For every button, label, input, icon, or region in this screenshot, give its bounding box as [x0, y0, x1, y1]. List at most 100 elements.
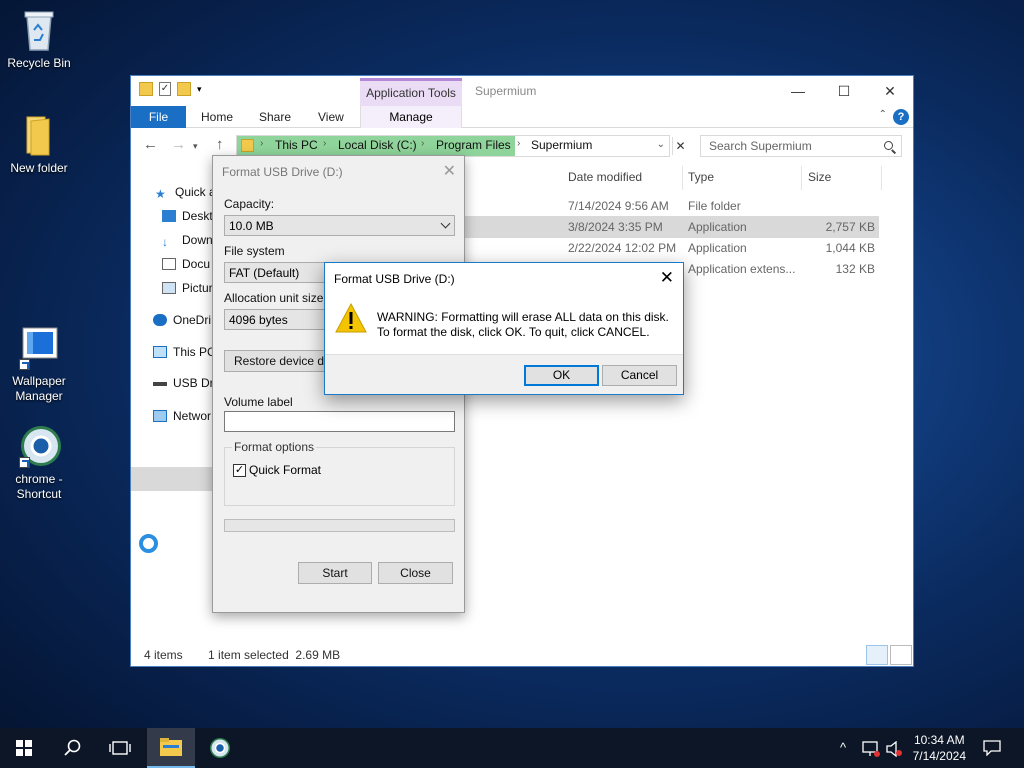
- forward-arrow-icon[interactable]: →: [171, 136, 186, 153]
- new-folder-icon[interactable]: [177, 82, 191, 96]
- clock[interactable]: 10:34 AM 7/14/2024: [913, 732, 966, 764]
- properties-icon[interactable]: ✓: [159, 82, 171, 96]
- nav-label: Quick a: [175, 185, 216, 199]
- column-divider: [881, 166, 882, 190]
- table-cell-size[interactable]: 1,044 KB: [826, 241, 875, 255]
- clear-address-icon[interactable]: ✕: [672, 137, 688, 155]
- nav-item-onedrive[interactable]: OneDri: [153, 313, 211, 327]
- ok-button[interactable]: OK: [524, 365, 599, 386]
- nav-label: Networ: [173, 409, 212, 423]
- nav-item-pictures[interactable]: Pictur: [162, 281, 213, 295]
- chevron-right-icon: ›: [323, 138, 327, 149]
- close-button[interactable]: ✕: [867, 76, 913, 106]
- cancel-button[interactable]: Cancel: [602, 365, 677, 386]
- start-button[interactable]: Start: [298, 562, 372, 584]
- desktop-icon-wallpaper-manager[interactable]: Wallpaper Manager: [1, 326, 77, 404]
- nav-item-downloads[interactable]: ↓ Down: [162, 233, 213, 249]
- nav-item-network[interactable]: Networ: [153, 409, 211, 423]
- desktop-icon-label: Recycle Bin: [7, 56, 71, 70]
- shortcut-arrow-icon: [19, 359, 30, 370]
- nav-item-documents[interactable]: Docu: [162, 257, 210, 271]
- cloud-icon: [153, 314, 167, 326]
- volume-muted-icon[interactable]: [886, 741, 904, 757]
- breadcrumb-supermium[interactable]: Supermium: [531, 138, 592, 152]
- tab-view[interactable]: View: [318, 106, 344, 128]
- usb-drive-icon: [153, 382, 167, 386]
- taskbar: ^ 10:34 AM 7/14/2024: [0, 728, 1024, 768]
- minimize-button[interactable]: —: [775, 76, 821, 106]
- table-cell-type[interactable]: Application: [688, 220, 747, 234]
- pictures-icon: [162, 282, 176, 294]
- taskbar-file-explorer[interactable]: [147, 728, 195, 768]
- status-selection: 1 item selected 2.69 MB: [208, 648, 341, 662]
- filesystem-label: File system: [224, 244, 285, 258]
- tab-manage[interactable]: Manage: [360, 106, 462, 128]
- column-header-date[interactable]: Date modified: [568, 170, 642, 184]
- status-bar: 4 items 1 item selected 2.69 MB: [144, 648, 340, 662]
- back-arrow-icon[interactable]: ←: [143, 136, 158, 153]
- chrome-icon: [210, 738, 230, 758]
- breadcrumb-local-disk[interactable]: Local Disk (C:): [338, 138, 417, 152]
- details-view-button[interactable]: [866, 645, 888, 665]
- qat-dropdown-icon[interactable]: ▾: [197, 84, 202, 95]
- close-icon[interactable]: ✕: [660, 268, 674, 288]
- show-hidden-icons-icon[interactable]: ^: [840, 728, 846, 768]
- filesystem-value: FAT (Default): [229, 266, 300, 280]
- close-icon[interactable]: ✕: [443, 161, 456, 181]
- table-cell-date[interactable]: 3/8/2024 3:35 PM: [568, 220, 663, 234]
- close-button[interactable]: Close: [378, 562, 453, 584]
- desktop-icon-new-folder[interactable]: New folder: [1, 113, 77, 176]
- nav-item-usb-drive[interactable]: USB Dri: [153, 376, 216, 390]
- table-cell-type[interactable]: File folder: [688, 199, 741, 213]
- taskbar-chrome[interactable]: [196, 728, 244, 768]
- large-icons-view-button[interactable]: [890, 645, 912, 665]
- table-cell-size[interactable]: 2,757 KB: [826, 220, 875, 234]
- start-button[interactable]: [0, 728, 48, 768]
- collapse-ribbon-icon[interactable]: ⌃: [879, 109, 887, 120]
- recycle-bin-icon: [19, 8, 59, 52]
- recent-locations-icon[interactable]: ▾: [193, 141, 198, 152]
- column-divider: [682, 166, 683, 190]
- loading-spinner-icon: [139, 534, 158, 553]
- search-icon: [884, 141, 893, 150]
- column-header-type[interactable]: Type: [688, 170, 714, 184]
- table-cell-type[interactable]: Application: [688, 241, 747, 255]
- download-icon: ↓: [162, 235, 168, 249]
- folder-icon: [241, 139, 254, 152]
- nav-item-desktop[interactable]: Deskt: [162, 209, 213, 223]
- address-bar[interactable]: › This PC › Local Disk (C:) › Program Fi…: [236, 135, 670, 157]
- table-cell-size[interactable]: 132 KB: [836, 262, 875, 276]
- quick-format-label[interactable]: Quick Format: [249, 463, 321, 477]
- computer-icon: [153, 346, 167, 358]
- desktop-icon-recycle-bin[interactable]: Recycle Bin: [1, 8, 77, 71]
- help-icon[interactable]: ?: [893, 109, 909, 125]
- quick-format-checkbox[interactable]: ✓: [233, 464, 246, 477]
- table-cell-date[interactable]: 2/22/2024 12:02 PM: [568, 241, 676, 255]
- task-view-button[interactable]: [96, 728, 144, 768]
- notifications-icon[interactable]: [983, 740, 1001, 756]
- up-arrow-icon[interactable]: ↑: [216, 136, 224, 153]
- capacity-select[interactable]: 10.0 MB: [224, 215, 455, 236]
- selected-row-highlight: [461, 216, 879, 238]
- table-cell-type[interactable]: Application extens...: [688, 262, 795, 276]
- search-button[interactable]: [48, 728, 96, 768]
- format-dialog-title: Format USB Drive (D:): [222, 165, 343, 179]
- breadcrumb-program-files[interactable]: Program Files: [436, 138, 511, 152]
- table-cell-date[interactable]: 7/14/2024 9:56 AM: [568, 199, 669, 213]
- nav-item-quick-access[interactable]: ★ Quick a: [155, 185, 216, 201]
- volume-label-input[interactable]: [224, 411, 455, 432]
- star-icon: ★: [155, 187, 166, 201]
- desktop-icon-label: chrome - Shortcut: [15, 472, 63, 501]
- breadcrumb-this-pc[interactable]: This PC: [275, 138, 318, 152]
- address-dropdown-icon[interactable]: ⌄: [657, 139, 665, 150]
- tab-home[interactable]: Home: [201, 106, 233, 128]
- column-header-size[interactable]: Size: [808, 170, 831, 184]
- search-input[interactable]: Search Supermium: [700, 135, 902, 157]
- maximize-button[interactable]: ☐: [821, 76, 867, 106]
- tab-share[interactable]: Share: [259, 106, 291, 128]
- desktop-icon-chrome-shortcut[interactable]: chrome - Shortcut: [1, 424, 77, 502]
- network-icon[interactable]: [862, 741, 880, 757]
- tab-file[interactable]: File: [131, 106, 186, 128]
- nav-item-this-pc[interactable]: This PC: [153, 345, 216, 359]
- network-icon: [153, 410, 167, 422]
